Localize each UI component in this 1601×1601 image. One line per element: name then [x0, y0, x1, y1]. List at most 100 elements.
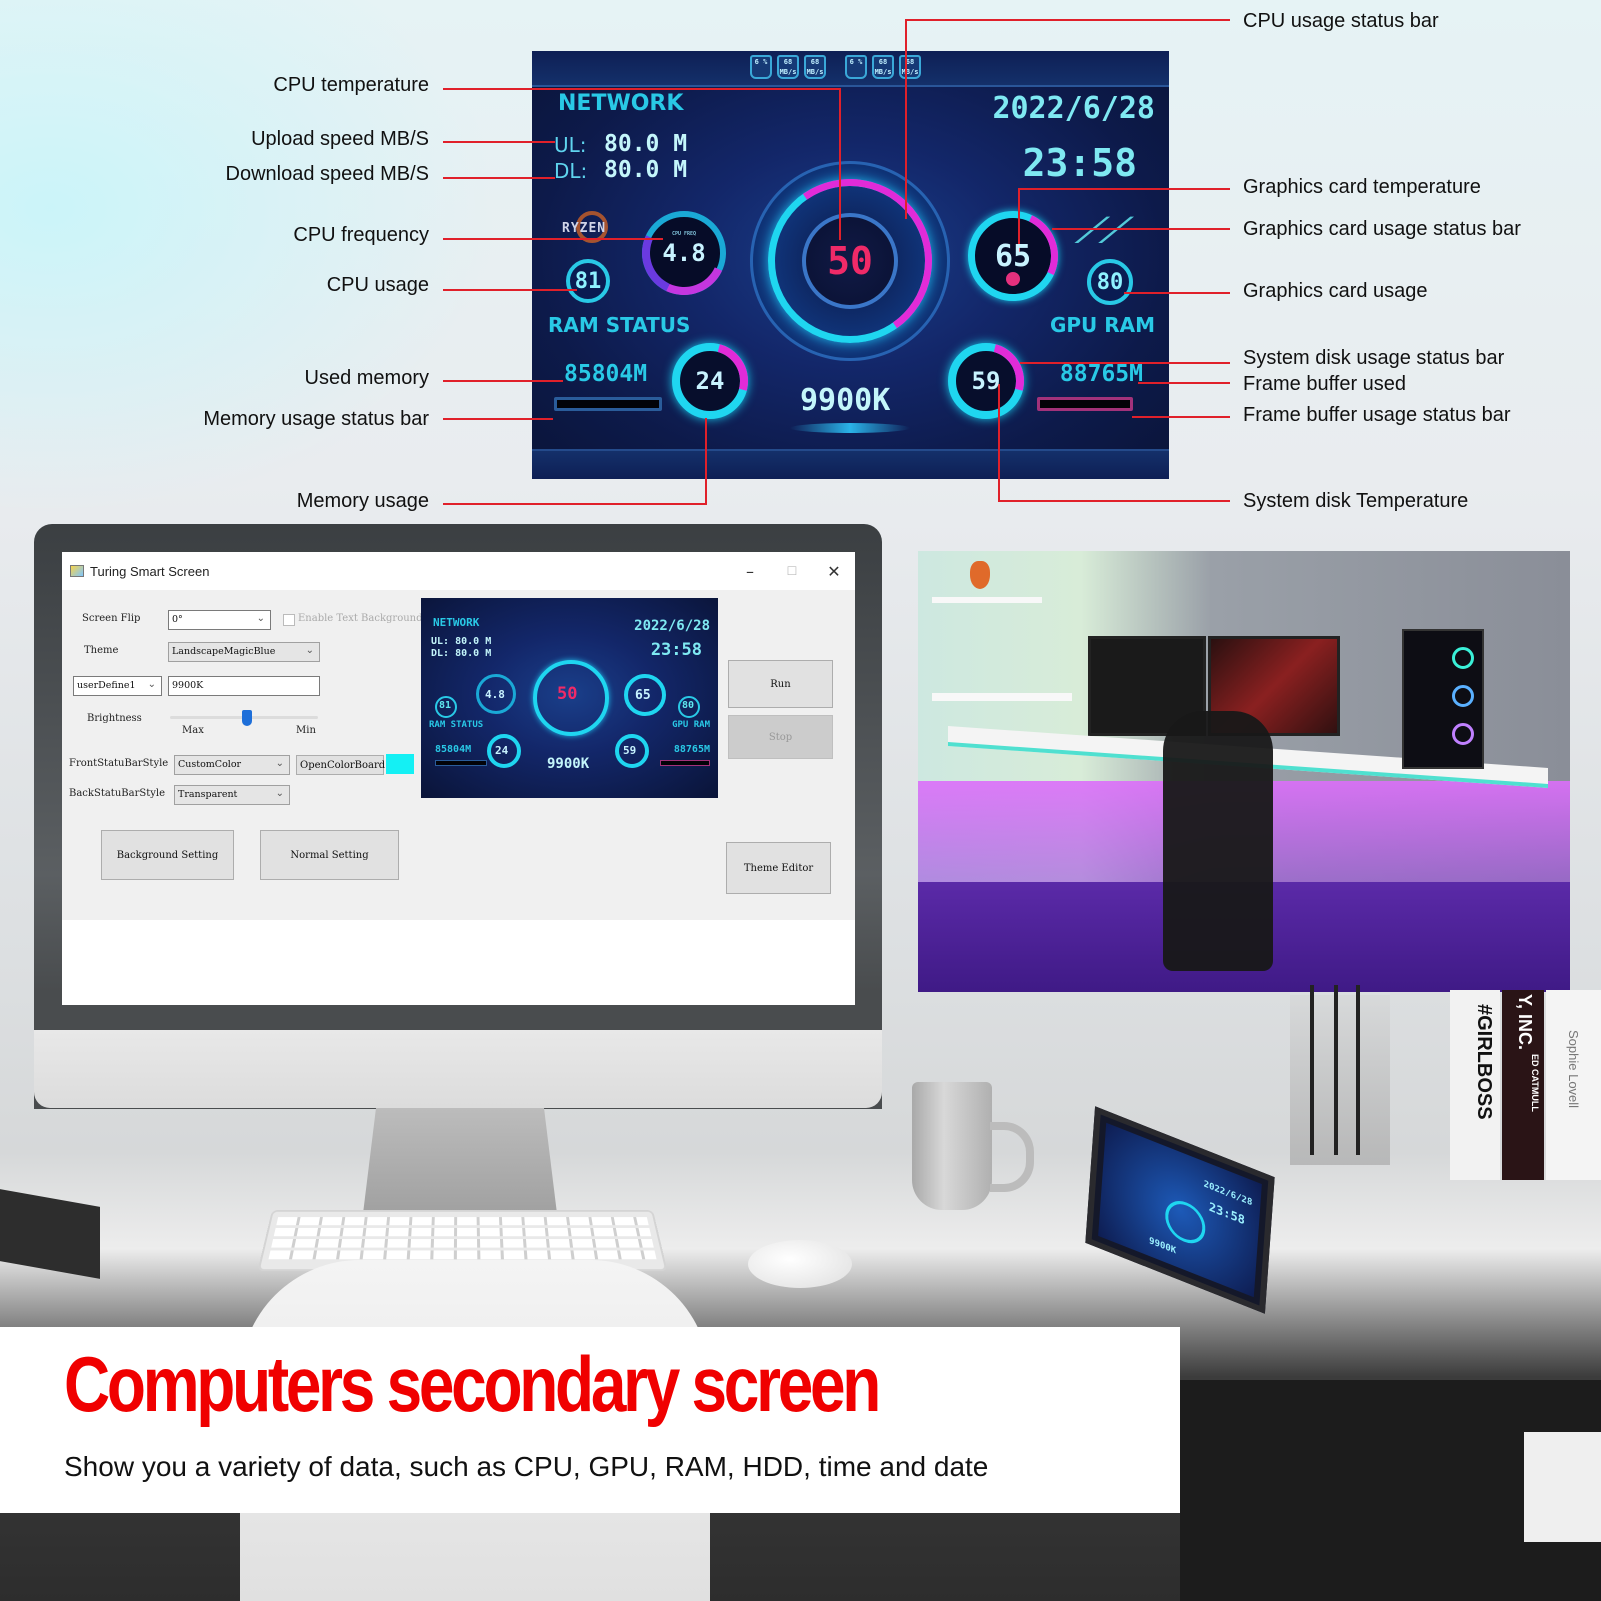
leader-line [443, 177, 555, 179]
leader-line [1124, 292, 1230, 294]
app-window-blank-area [62, 920, 855, 1005]
preview-ul-value: 80.0 M [455, 636, 492, 647]
chevron-down-icon: ⌄ [305, 645, 314, 656]
leader-line [443, 289, 577, 291]
brightness-slider-thumb[interactable] [241, 710, 252, 726]
preview-memory-usage: 24 [495, 744, 509, 757]
minimize-button[interactable]: – [729, 552, 771, 590]
mug-handle [990, 1122, 1034, 1192]
cpu-usage-value: 81 [574, 268, 602, 294]
cpu-temperature-value: 50 [827, 239, 873, 283]
leader-line [1132, 416, 1230, 418]
preview-memory-bar [435, 760, 487, 766]
key-row [271, 1239, 654, 1248]
leader-line [443, 88, 840, 90]
orange-vase [970, 561, 990, 589]
close-button[interactable]: ✕ [813, 552, 855, 590]
preview-frame-buffer-bar [660, 760, 710, 766]
book-title: Sophie Lovell [1566, 1030, 1581, 1109]
key-row [268, 1250, 657, 1260]
indicator-icon: 68 MB/s [899, 55, 921, 79]
user-define-select[interactable]: userDefine1 ⌄ [73, 676, 162, 696]
chevron-down-icon: ⌄ [275, 758, 284, 769]
network-title: NETWORK [558, 91, 684, 116]
wall-shelf [932, 597, 1042, 603]
back-bar-style-select[interactable]: Transparent ⌄ [174, 785, 290, 805]
callout-gpu-usage-status-bar: Graphics card usage status bar [1243, 218, 1521, 240]
upload-label: UL: [554, 133, 587, 157]
preview-cpu-model: 9900K [547, 756, 590, 772]
user-define-text-input[interactable]: 9900K [168, 676, 320, 696]
callout-disk-usage-status-bar: System disk usage status bar [1243, 347, 1505, 369]
theme-value: LandscapeMagicBlue [172, 646, 276, 657]
indicator-icon: 68 MB/s [872, 55, 894, 79]
caption-title: Computers secondary screen [64, 1340, 881, 1428]
run-button[interactable]: Run [728, 660, 833, 708]
callout-cpu-usage: CPU usage [326, 274, 429, 296]
gpu-indicator-dot [1006, 272, 1020, 286]
leader-line [905, 19, 1230, 21]
gpu-temperature-gauge: 65 [955, 198, 1071, 314]
screen-flip-label: Screen Flip [82, 613, 141, 624]
cpu-brand-logo: RYZEN [562, 221, 607, 236]
leader-line [905, 19, 907, 219]
gpu-usage-gauge: 80 [1087, 259, 1133, 305]
callout-cpu-usage-status-bar: CPU usage status bar [1243, 10, 1439, 32]
rgb-fan [1452, 685, 1474, 707]
pen [1356, 985, 1360, 1155]
pen [1310, 985, 1314, 1155]
book-title: #GIRLBOSS [1473, 1004, 1495, 1120]
preview-gpu-usage: 80 [682, 700, 695, 711]
preview-dl-value: 80.0 M [455, 648, 492, 659]
leader-line [443, 380, 563, 382]
background-setting-button[interactable]: Background Setting [101, 830, 234, 880]
app-title: Turing Smart Screen [90, 563, 210, 579]
cpu-frequency-value: 4.8 [662, 239, 706, 267]
ram-status-title: RAM STATUS [548, 313, 691, 337]
gpu-usage-value: 80 [1096, 269, 1124, 295]
callout-memory-usage-status-bar: Memory usage status bar [203, 408, 429, 430]
callout-gpu-usage: Graphics card usage [1243, 280, 1428, 302]
preview-ul-label: UL: [431, 636, 450, 647]
preview-date: 2022/6/28 [634, 618, 710, 634]
preview-frame-buffer-used: 88765M [673, 744, 710, 755]
maximize-button[interactable]: ☐ [771, 552, 813, 590]
cpu-model-text: 9900K [800, 383, 891, 418]
open-color-board-button[interactable]: OpenColorBoard [296, 755, 385, 775]
caption-panel: Computers secondary screen Show you a va… [0, 1327, 1180, 1513]
chevron-down-icon: ⌄ [275, 788, 284, 799]
book: #GIRLBOSS [1450, 990, 1500, 1180]
theme-preview: NETWORK UL: 80.0 M DL: 80.0 M 2022/6/28 … [421, 598, 718, 798]
preview-used-memory: 85804M [435, 744, 472, 755]
mouse [748, 1240, 852, 1288]
indicator-icon: 6 % [750, 55, 772, 79]
app-window: Turing Smart Screen – ☐ ✕ Screen Flip 0°… [62, 552, 855, 1005]
key-row [276, 1217, 649, 1226]
preview-time: 23:58 [650, 640, 702, 660]
front-bar-style-select[interactable]: CustomColor ⌄ [174, 755, 290, 775]
preview-disk-temperature: 59 [623, 744, 637, 757]
caption-subtitle: Show you a variety of data, such as CPU,… [64, 1451, 989, 1482]
stop-button[interactable]: Stop [728, 715, 833, 759]
theme-select[interactable]: LandscapeMagicBlue ⌄ [168, 642, 320, 662]
leader-line [998, 500, 1230, 502]
color-swatch[interactable] [386, 754, 414, 774]
frame-buffer-usage-status-bar [1037, 397, 1133, 411]
monitor-chin [34, 1030, 882, 1108]
preview-gpu-ram-title: GPU RAM [672, 720, 710, 730]
leader-line [839, 88, 841, 240]
screen-flip-select[interactable]: 0° ⌄ [168, 610, 271, 630]
enable-text-background-checkbox[interactable] [283, 614, 295, 626]
cpu-usage-gauge: 81 [566, 259, 610, 303]
leader-line [443, 141, 555, 143]
cabinet-panel [1524, 1432, 1601, 1542]
screen-flip-value: 0° [172, 614, 183, 625]
book-stack: #GIRLBOSS Y, INC. ED CATMULL Sophie Love… [1450, 990, 1601, 1180]
coffee-mug [912, 1082, 992, 1210]
normal-setting-button[interactable]: Normal Setting [260, 830, 399, 880]
user-define-value: userDefine1 [77, 680, 136, 691]
leader-line [443, 503, 707, 505]
theme-editor-button[interactable]: Theme Editor [726, 842, 831, 894]
leader-line [443, 418, 553, 420]
cpu-frequency-gauge: CPU FREQ 4.8 [630, 199, 738, 307]
